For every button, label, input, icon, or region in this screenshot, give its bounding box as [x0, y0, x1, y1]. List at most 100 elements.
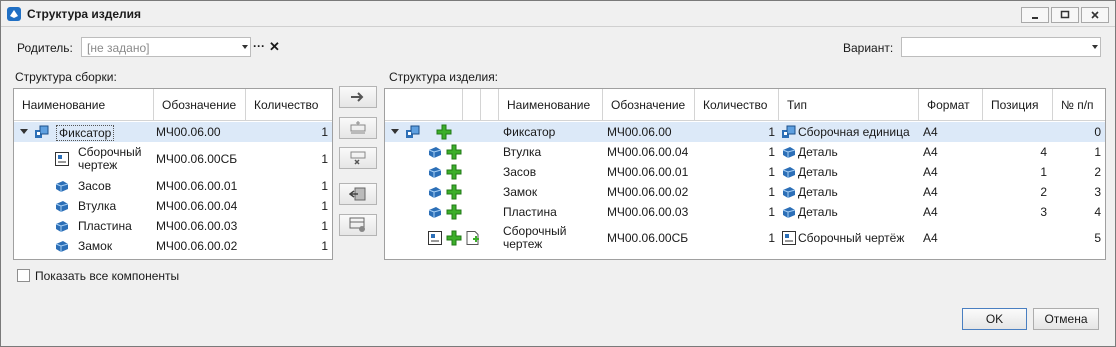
- expand-arrow-icon[interactable]: [391, 129, 399, 134]
- col-name[interactable]: Наименование: [14, 89, 154, 121]
- assembly-name: Засов: [78, 179, 112, 193]
- structure-position: 4: [1040, 145, 1047, 159]
- close-button[interactable]: [1081, 7, 1109, 23]
- settings-button[interactable]: [339, 214, 377, 236]
- drawing-icon: [55, 152, 69, 166]
- structure-position: 3: [1040, 205, 1047, 219]
- structure-header: Наименование Обозначение Количество Тип …: [385, 89, 1105, 121]
- structure-row-vtulka[interactable]: Втулка МЧ00.06.00.04 1 Деталь А4 4 1: [385, 142, 1105, 162]
- structure-qty: 1: [768, 125, 775, 139]
- plus-icon[interactable]: [446, 204, 462, 220]
- structure-code: МЧ00.06.00.03: [607, 205, 689, 219]
- structure-qty: 1: [768, 231, 775, 245]
- col-num[interactable]: № п/п: [1053, 89, 1105, 121]
- cancel-button[interactable]: Отмена: [1033, 308, 1099, 330]
- remove-row-button[interactable]: [339, 147, 377, 169]
- maximize-button[interactable]: [1051, 7, 1079, 23]
- structure-qty: 1: [768, 185, 775, 199]
- structure-qty: 1: [768, 145, 775, 159]
- variant-label: Вариант:: [843, 41, 894, 55]
- structure-format: А4: [923, 205, 938, 219]
- plus-icon[interactable]: [446, 230, 462, 246]
- part-icon: [428, 187, 442, 198]
- assembly-qty: 1: [321, 152, 328, 166]
- variant-combo[interactable]: [901, 37, 1101, 57]
- assembly-row-drawing[interactable]: Сборочный чертеж МЧ00.06.00СБ 1: [14, 143, 332, 175]
- assembly-row-zasov[interactable]: Засов МЧ00.06.00.01 1: [14, 176, 332, 196]
- part-icon: [782, 167, 796, 178]
- structure-name: Втулка: [503, 145, 542, 159]
- assembly-name: Пластина: [78, 219, 132, 233]
- minimize-button[interactable]: [1021, 7, 1049, 23]
- part-icon: [428, 147, 442, 158]
- app-icon: [7, 7, 21, 21]
- structure-code: МЧ00.06.00.02: [607, 185, 689, 199]
- col-qty[interactable]: Количество: [695, 89, 779, 121]
- structure-code: МЧ00.06.00.01: [607, 165, 689, 179]
- ok-button[interactable]: OK: [962, 308, 1027, 330]
- assembly-row-vtulka[interactable]: Втулка МЧ00.06.00.04 1: [14, 196, 332, 216]
- assembly-name: Сборочный чертеж: [78, 145, 142, 172]
- structure-num: 0: [1094, 125, 1101, 139]
- product-structure-dialog: Структура изделия Родитель: [не задано] …: [0, 0, 1116, 347]
- plus-icon[interactable]: [446, 164, 462, 180]
- add-to-structure-button[interactable]: [339, 86, 377, 108]
- structure-type: Деталь: [798, 205, 838, 219]
- col-name[interactable]: Наименование: [499, 89, 603, 121]
- structure-format: А4: [923, 145, 938, 159]
- expand-arrow-icon[interactable]: [20, 129, 28, 134]
- col-qty[interactable]: Количество: [246, 89, 332, 121]
- drawing-icon: [782, 231, 796, 245]
- part-icon: [55, 201, 69, 212]
- show-all-label[interactable]: Показать все компоненты: [35, 269, 179, 283]
- show-all-checkbox[interactable]: [17, 269, 30, 282]
- chevron-down-icon: [1092, 45, 1098, 49]
- structure-row-fiksator[interactable]: Фиксатор МЧ00.06.00 1 Сборочная единица …: [385, 122, 1105, 142]
- assembly-row-fiksator[interactable]: Фиксатор МЧ00.06.00 1: [14, 122, 332, 142]
- assembly-row-zamok[interactable]: Замок МЧ00.06.00.02 1: [14, 236, 332, 256]
- structure-code: МЧ00.06.00: [607, 125, 672, 139]
- assembly-code: МЧ00.06.00.02: [156, 239, 238, 253]
- structure-row-zasov[interactable]: Засов МЧ00.06.00.01 1 Деталь А4 1 2: [385, 162, 1105, 182]
- assembly-code: МЧ00.06.00.04: [156, 199, 238, 213]
- assembly-icon: [782, 125, 796, 138]
- parent-clear-button[interactable]: ✕: [269, 39, 280, 55]
- assembly-icon: [35, 125, 49, 138]
- col-code[interactable]: Обозначение: [603, 89, 695, 121]
- product-structure-title: Структура изделия:: [389, 70, 499, 84]
- part-icon: [428, 207, 442, 218]
- structure-name: Фиксатор: [503, 125, 556, 139]
- part-icon: [55, 241, 69, 252]
- structure-row-drawing[interactable]: Сборочный чертеж МЧ00.06.00СБ 1 Сборочный…: [385, 222, 1105, 254]
- structure-row-zamok[interactable]: Замок МЧ00.06.00.02 1 Деталь А4 2 3: [385, 182, 1105, 202]
- structure-format: А4: [923, 165, 938, 179]
- structure-type: Деталь: [798, 165, 838, 179]
- col-flag: [463, 89, 481, 121]
- parent-value: [не задано]: [87, 41, 150, 55]
- col-type[interactable]: Тип: [779, 89, 919, 121]
- assembly-row-plastina[interactable]: Пластина МЧ00.06.00.03 1: [14, 216, 332, 236]
- structure-position: 1: [1040, 165, 1047, 179]
- plus-icon[interactable]: [446, 144, 462, 160]
- structure-format: А4: [923, 125, 938, 139]
- structure-num: 5: [1094, 231, 1101, 245]
- assembly-tree[interactable]: Наименование Обозначение Количество Фикс…: [13, 88, 333, 260]
- insert-row-button[interactable]: [339, 117, 377, 139]
- product-structure-table[interactable]: Наименование Обозначение Количество Тип …: [384, 88, 1106, 260]
- add-document-icon[interactable]: [465, 230, 481, 246]
- structure-type: Сборочный чертёж: [798, 231, 905, 245]
- parent-combo[interactable]: [не задано]: [81, 37, 251, 57]
- assembly-qty: 1: [321, 179, 328, 193]
- structure-row-plastina[interactable]: Пластина МЧ00.06.00.03 1 Деталь А4 3 4: [385, 202, 1105, 222]
- plus-icon[interactable]: [436, 124, 452, 140]
- close-icon: [1091, 11, 1099, 19]
- maximize-icon: [1060, 10, 1070, 19]
- export-button[interactable]: [339, 183, 377, 205]
- col-format[interactable]: Формат: [919, 89, 983, 121]
- structure-code: МЧ00.06.00СБ: [607, 231, 689, 245]
- col-position[interactable]: Позиция: [983, 89, 1053, 121]
- parent-browse-button[interactable]: ···: [253, 39, 265, 53]
- plus-icon[interactable]: [446, 184, 462, 200]
- structure-format: А4: [923, 185, 938, 199]
- col-code[interactable]: Обозначение: [154, 89, 246, 121]
